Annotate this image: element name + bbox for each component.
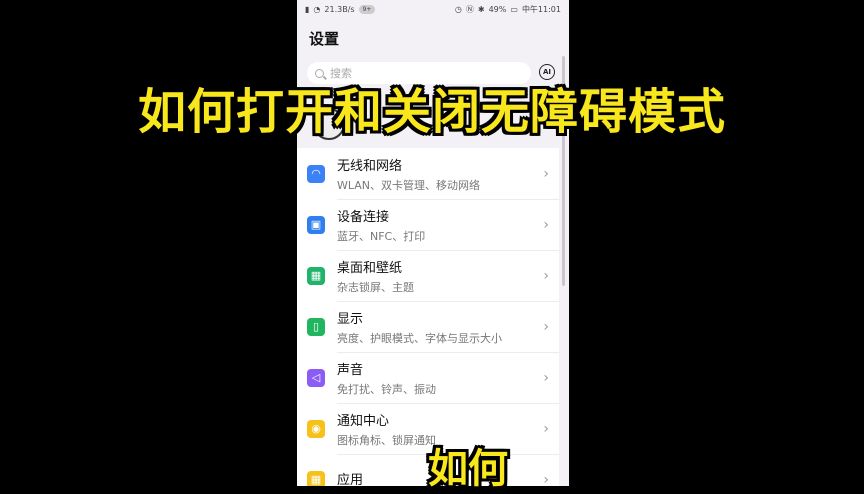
chevron-right-icon: › — [543, 267, 549, 284]
chevron-right-icon: › — [543, 471, 549, 487]
bluetooth-icon: ✱ — [477, 4, 485, 14]
settings-item-sound[interactable]: ◁ 声音 免打扰、铃声、振动 › — [297, 352, 559, 403]
settings-item-wireless-network[interactable]: ◠ 无线和网络 WLAN、双卡管理、移动网络 › — [297, 148, 559, 199]
notification-count-badge: 9+ — [358, 4, 376, 14]
page-title: 设置 — [309, 30, 340, 48]
video-title-overlay: 如何打开和关闭无障碍模式 — [137, 84, 726, 140]
settings-item-title: 通知中心 — [337, 413, 390, 429]
wifi-icon: ◠ — [307, 164, 325, 183]
battery-text: 49% — [488, 4, 507, 14]
wallpaper-icon: ▦ — [307, 266, 325, 285]
settings-item-subtitle: 蓝牙、NFC、打印 — [337, 229, 426, 243]
status-right: ◷ Ⓝ ✱ 49% ▭ 中午11:01 — [455, 4, 561, 15]
chevron-right-icon: › — [543, 165, 549, 182]
chevron-right-icon: › — [543, 369, 549, 386]
settings-item-display[interactable]: ▯ 显示 亮度、护眼模式、字体与显示大小 › — [297, 301, 559, 352]
device-connection-icon: ▣ — [307, 215, 325, 234]
status-bar: ▮ ◔ 21.3B/s 9+ ◷ Ⓝ ✱ 49% ▭ 中午11:01 — [297, 0, 569, 18]
nfc-icon: Ⓝ — [465, 4, 474, 14]
settings-item-title: 显示 — [337, 311, 364, 327]
settings-item-subtitle: 杂志锁屏、主题 — [337, 280, 414, 294]
network-speed: 21.3B/s — [324, 4, 355, 14]
wifi-status-icon: ◔ — [313, 4, 321, 14]
settings-item-title: 设备连接 — [337, 209, 390, 225]
chevron-right-icon: › — [543, 318, 549, 335]
clock: 中午11:01 — [521, 4, 561, 14]
settings-item-subtitle: WLAN、双卡管理、移动网络 — [337, 178, 481, 192]
battery-icon: ▭ — [510, 4, 518, 14]
settings-item-title: 桌面和壁纸 — [337, 260, 403, 276]
notification-icon: ◉ — [307, 419, 325, 438]
settings-item-subtitle: 免打扰、铃声、振动 — [337, 382, 436, 396]
status-left: ▮ ◔ 21.3B/s 9+ — [305, 4, 376, 14]
chevron-right-icon: › — [543, 420, 549, 437]
settings-item-home-wallpaper[interactable]: ▦ 桌面和壁纸 杂志锁屏、主题 › — [297, 250, 559, 301]
apps-icon: ▦ — [307, 470, 325, 486]
chevron-right-icon: › — [543, 216, 549, 233]
sound-icon: ◁ — [307, 368, 325, 387]
signal-icon: ▮ — [305, 4, 310, 14]
video-subtitle-overlay: 如何 — [428, 446, 508, 492]
display-icon: ▯ — [307, 317, 325, 336]
settings-item-title: 声音 — [337, 362, 364, 378]
settings-item-subtitle: 亮度、护眼模式、字体与显示大小 — [337, 331, 502, 345]
settings-item-title: 无线和网络 — [337, 158, 403, 174]
alarm-icon: ◷ — [454, 4, 462, 14]
settings-item-device-connection[interactable]: ▣ 设备连接 蓝牙、NFC、打印 › — [297, 199, 559, 250]
